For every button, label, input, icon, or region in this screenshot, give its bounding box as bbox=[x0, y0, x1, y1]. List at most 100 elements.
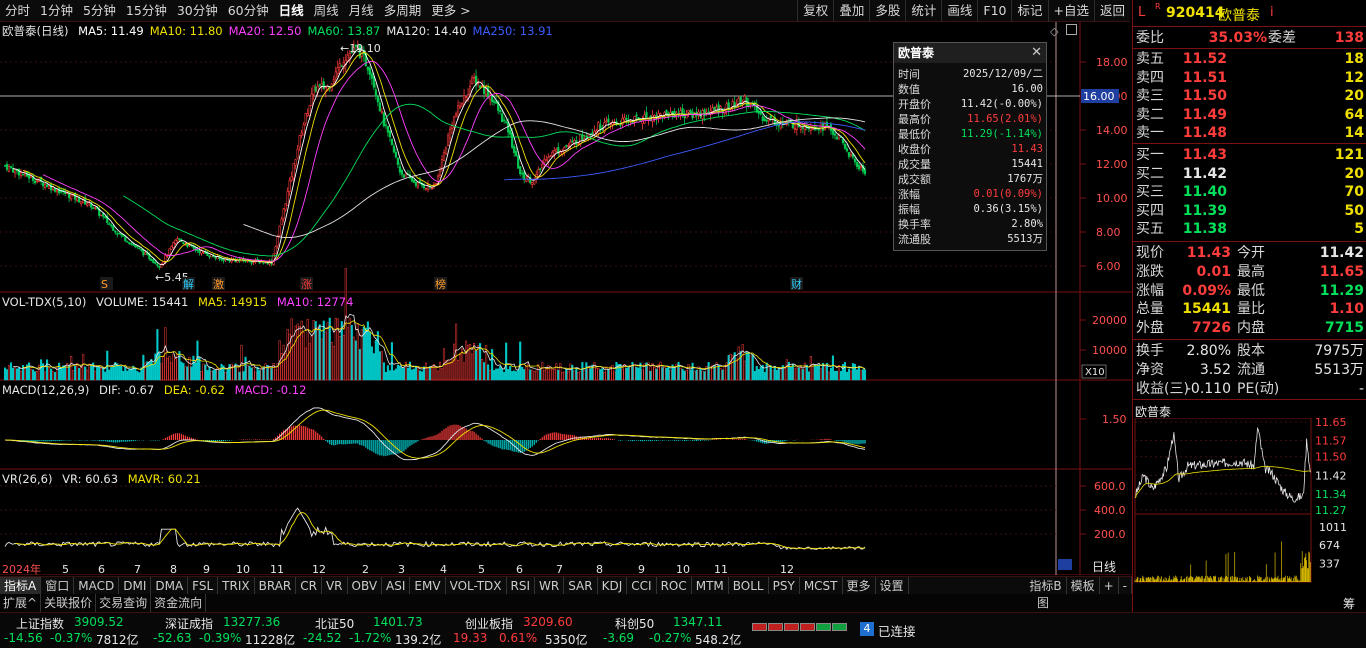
indicator-tab[interactable]: KDJ bbox=[598, 576, 628, 595]
candle-body bbox=[176, 238, 179, 242]
volume-bar bbox=[68, 365, 71, 381]
indicator-tab[interactable]: BOLL bbox=[729, 576, 769, 595]
indicator-tab[interactable]: CCI bbox=[627, 576, 657, 595]
volume-bar bbox=[729, 353, 732, 381]
indicator-tab[interactable]: EMV bbox=[410, 576, 446, 595]
indicator-tab[interactable]: TRIX bbox=[218, 576, 255, 595]
indicator-tab-right[interactable]: 指标B bbox=[1025, 577, 1067, 595]
asks-row[interactable]: 卖一 11.48 14 bbox=[1133, 124, 1366, 142]
indicator-tab[interactable]: PSY bbox=[769, 576, 800, 595]
tool-button[interactable]: 返回 bbox=[1093, 0, 1130, 22]
indicator-tab[interactable]: MACD bbox=[74, 576, 120, 595]
bids-row[interactable]: 买一 11.43 121 bbox=[1133, 146, 1366, 164]
index-name[interactable]: 深证成指 bbox=[165, 615, 213, 632]
bids-row[interactable]: 买三 11.40 70 bbox=[1133, 183, 1366, 201]
indicator-tab[interactable]: MTM bbox=[692, 576, 729, 595]
volume-bar bbox=[72, 370, 75, 381]
quote-panel: L R 920414 欧普泰 i 委比 35.03% 委差 138 卖五 11.5… bbox=[1132, 0, 1366, 612]
tool-button[interactable]: 统计 bbox=[905, 0, 941, 22]
index-pct: -0.37% bbox=[50, 631, 93, 645]
vr-panel-title: VR(26,6) VR: 60.63 MAVR: 60.21 bbox=[2, 472, 207, 486]
indicator-tab[interactable]: MCST bbox=[800, 576, 843, 595]
volume-bar bbox=[701, 370, 704, 381]
intraday-mini-chart[interactable]: 11.65 11.57 11.50 11.42 11.34 11.27 1011 674 337 bbox=[1133, 418, 1366, 584]
close-icon[interactable]: ✕ bbox=[1031, 45, 1042, 60]
index-value: 3909.52 bbox=[74, 615, 124, 629]
candle-body bbox=[402, 174, 406, 178]
period-tab[interactable]: 1分钟 bbox=[35, 0, 78, 22]
candle-body bbox=[388, 130, 391, 138]
index-name[interactable]: 北证50 bbox=[315, 615, 354, 632]
volume-bar bbox=[220, 363, 223, 381]
extension-tab[interactable]: 资金流向 bbox=[151, 594, 207, 612]
candle-body bbox=[41, 182, 45, 187]
asks-volume: 12 bbox=[1344, 69, 1364, 86]
tool-button[interactable]: 画线 bbox=[941, 0, 977, 22]
period-tab[interactable]: 更多 > bbox=[426, 0, 475, 22]
asks-row[interactable]: 卖四 11.51 12 bbox=[1133, 69, 1366, 87]
indicator-tab[interactable]: RSI bbox=[507, 576, 536, 595]
tool-button[interactable]: F10 bbox=[977, 0, 1011, 22]
indicator-tab[interactable]: ASI bbox=[382, 576, 411, 595]
bids-row[interactable]: 买五 11.38 5 bbox=[1133, 220, 1366, 238]
period-tab[interactable]: 周线 bbox=[309, 0, 344, 22]
indicator-tab[interactable]: FSL bbox=[188, 576, 219, 595]
indicator-tab[interactable]: SAR bbox=[564, 576, 598, 595]
tool-button[interactable]: 叠加 bbox=[833, 0, 869, 22]
connection-status[interactable]: 已连接 bbox=[878, 621, 916, 640]
tool-button[interactable]: 标记 bbox=[1011, 0, 1047, 22]
period-tab[interactable]: 15分钟 bbox=[121, 0, 172, 22]
indicator-tab[interactable]: 指标A bbox=[0, 576, 42, 595]
chart-icon-label[interactable]: 图 bbox=[1034, 594, 1052, 612]
extension-tab[interactable]: 扩展^ bbox=[0, 594, 42, 612]
indicator-tab[interactable]: DMA bbox=[151, 576, 189, 595]
indicator-tab[interactable]: ROC bbox=[657, 576, 692, 595]
indicator-tab[interactable]: VOL-TDX bbox=[446, 576, 507, 595]
index-name[interactable]: 创业板指 bbox=[465, 615, 513, 632]
volume-bar bbox=[398, 365, 401, 381]
tool-button[interactable]: +自选 bbox=[1047, 0, 1094, 22]
indicator-tab[interactable]: WR bbox=[535, 576, 565, 595]
indicator-tab-right[interactable]: + bbox=[1100, 577, 1119, 595]
tooltip-key: 成交量 bbox=[898, 158, 931, 171]
period-tab[interactable]: 月线 bbox=[344, 0, 379, 22]
index-name[interactable]: 上证指数 bbox=[16, 615, 64, 632]
volume-bar bbox=[60, 367, 63, 381]
asks-row[interactable]: 卖五 11.52 18 bbox=[1133, 50, 1366, 68]
period-tab[interactable]: 分时 bbox=[0, 0, 35, 22]
indicator-tab-right[interactable]: - bbox=[1119, 577, 1132, 595]
asks-row[interactable]: 卖二 11.49 64 bbox=[1133, 106, 1366, 124]
diamond-icon[interactable]: ◇ bbox=[1050, 25, 1058, 38]
volume-bar bbox=[635, 366, 638, 381]
bids-row[interactable]: 买二 11.42 20 bbox=[1133, 165, 1366, 183]
indicator-tab[interactable]: CR bbox=[296, 576, 322, 595]
window-toggle-icon[interactable] bbox=[1066, 24, 1077, 35]
tool-button[interactable]: 多股 bbox=[869, 0, 905, 22]
extension-tab[interactable]: 交易查询 bbox=[96, 594, 152, 612]
candle-body bbox=[619, 124, 622, 126]
volume-bar bbox=[296, 323, 299, 381]
bids-row[interactable]: 买四 11.39 50 bbox=[1133, 202, 1366, 220]
index-name[interactable]: 科创50 bbox=[615, 615, 654, 632]
asks-row[interactable]: 卖三 11.50 20 bbox=[1133, 87, 1366, 105]
candle-body bbox=[523, 171, 526, 180]
indicator-tab[interactable]: 更多 bbox=[843, 576, 876, 595]
info-icon[interactable]: i bbox=[1270, 5, 1274, 20]
indicator-tab[interactable]: VR bbox=[322, 576, 348, 595]
period-tab[interactable]: 日线 bbox=[274, 0, 309, 22]
chip-distribution-label[interactable]: 筹 bbox=[1343, 595, 1355, 612]
quote-label: 现价 bbox=[1136, 245, 1164, 261]
indicator-tab[interactable]: 设置 bbox=[876, 576, 909, 595]
extension-tab[interactable]: 关联报价 bbox=[41, 594, 97, 612]
volume-bar bbox=[384, 371, 387, 381]
indicator-tab[interactable]: 窗口 bbox=[41, 576, 75, 595]
period-tab[interactable]: 多周期 bbox=[379, 0, 427, 22]
tool-button[interactable]: 复权 bbox=[797, 0, 833, 22]
indicator-tab[interactable]: DMI bbox=[119, 576, 152, 595]
indicator-tab-right[interactable]: 模板 bbox=[1067, 577, 1100, 595]
indicator-tab[interactable]: BRAR bbox=[255, 576, 297, 595]
indicator-tab[interactable]: OBV bbox=[348, 576, 383, 595]
period-tab[interactable]: 30分钟 bbox=[172, 0, 223, 22]
period-tab[interactable]: 60分钟 bbox=[223, 0, 274, 22]
period-tab[interactable]: 5分钟 bbox=[78, 0, 121, 22]
